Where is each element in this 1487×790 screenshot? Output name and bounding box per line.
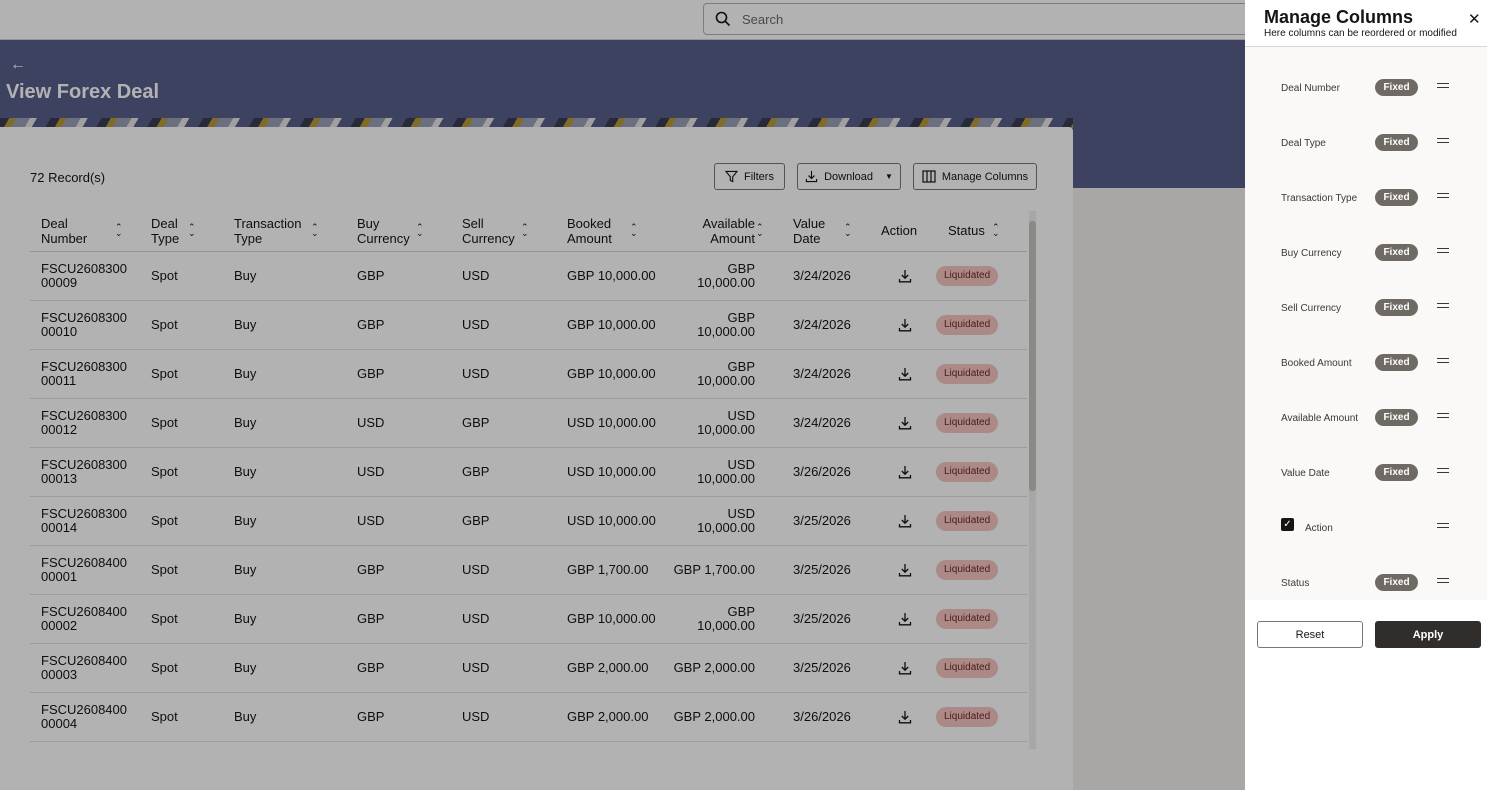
column-checkbox[interactable]: ✓ [1281,518,1294,531]
drag-handle-icon[interactable] [1437,413,1449,418]
column-row[interactable]: Deal Number Fixed [1245,47,1487,102]
column-label: Transaction Type [1281,193,1358,204]
column-label: Status [1281,578,1310,589]
fixed-badge: Fixed [1375,189,1418,206]
fixed-badge: Fixed [1375,464,1418,481]
column-label: Action [1305,523,1333,534]
column-row[interactable]: Available Amount Fixed [1245,377,1487,432]
drag-handle-icon[interactable] [1437,578,1449,583]
column-row[interactable]: Status Fixed [1245,542,1487,597]
reset-button[interactable]: Reset [1257,621,1363,648]
fixed-badge: Fixed [1375,134,1418,151]
drag-handle-icon[interactable] [1437,248,1449,253]
fixed-badge: Fixed [1375,409,1418,426]
drag-handle-icon[interactable] [1437,468,1449,473]
column-label: Sell Currency [1281,303,1342,314]
close-icon[interactable]: ✕ [1468,10,1481,28]
column-label: Booked Amount [1281,358,1352,369]
fixed-badge: Fixed [1375,574,1418,591]
column-label: Available Amount [1281,413,1359,424]
column-row[interactable]: ✓ Action [1245,487,1487,542]
column-row[interactable]: Booked Amount Fixed [1245,322,1487,377]
column-label: Buy Currency [1281,248,1342,259]
apply-button[interactable]: Apply [1375,621,1481,648]
column-list: Deal Number Fixed Deal Type Fixed Transactio… [1245,47,1487,600]
drawer-header: Manage Columns Here columns can be reord… [1245,0,1487,47]
column-label: Deal Type [1281,138,1326,149]
fixed-badge: Fixed [1375,354,1418,371]
fixed-badge: Fixed [1375,299,1418,316]
drag-handle-icon[interactable] [1437,523,1449,528]
manage-columns-drawer: Manage Columns Here columns can be reord… [1245,0,1487,790]
column-label: Value Date [1281,468,1330,479]
column-label: Deal Number [1281,83,1340,94]
drag-handle-icon[interactable] [1437,193,1449,198]
drag-handle-icon[interactable] [1437,303,1449,308]
column-row[interactable]: Value Date Fixed [1245,432,1487,487]
fixed-badge: Fixed [1375,79,1418,96]
column-row[interactable]: Buy Currency Fixed [1245,212,1487,267]
drag-handle-icon[interactable] [1437,358,1449,363]
column-row[interactable]: Transaction Type Fixed [1245,157,1487,212]
drawer-title: Manage Columns [1264,7,1414,27]
column-row[interactable]: Deal Type Fixed [1245,102,1487,157]
drag-handle-icon[interactable] [1437,138,1449,143]
drag-handle-icon[interactable] [1437,83,1449,88]
column-row[interactable]: Sell Currency Fixed [1245,267,1487,322]
drawer-subtitle: Here columns can be reordered or modifie… [1264,28,1457,39]
fixed-badge: Fixed [1375,244,1418,261]
